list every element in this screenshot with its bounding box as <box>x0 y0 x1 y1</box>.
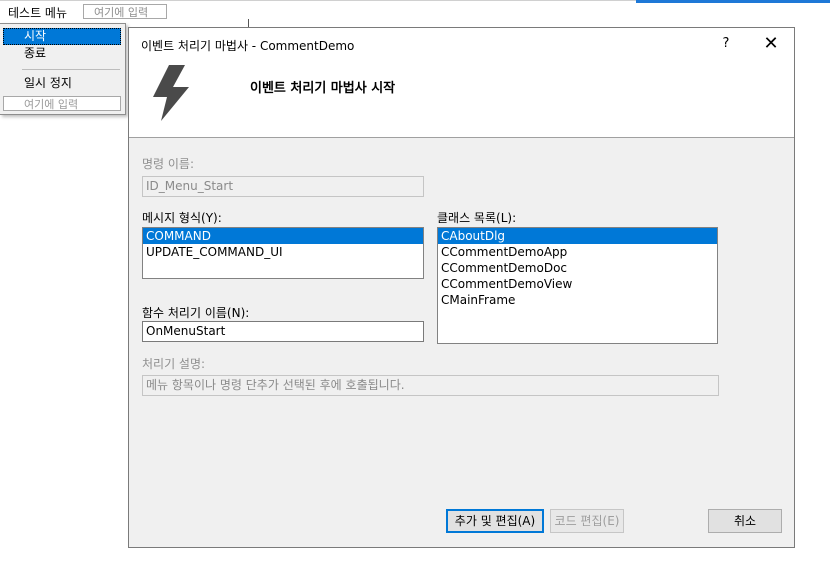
list-item[interactable]: UPDATE_COMMAND_UI <box>143 244 423 260</box>
command-name-label: 명령 이름: <box>142 157 195 171</box>
dialog-titlebar: 이벤트 처리기 마법사 - CommentDemo ? ✕ <box>129 28 794 59</box>
close-button[interactable]: ✕ <box>759 33 783 55</box>
menu-separator <box>22 69 120 70</box>
add-edit-button[interactable]: 추가 및 편집(A) <box>446 509 544 533</box>
menu-bar: 테스트 메뉴 여기에 입력 <box>0 0 830 22</box>
lightning-icon <box>153 65 189 121</box>
class-list-label: 클래스 목록(L): <box>437 211 517 225</box>
list-item[interactable]: CCommentDemoView <box>438 276 717 292</box>
description-label: 처리기 설명: <box>142 357 206 371</box>
cancel-button[interactable]: 취소 <box>708 509 782 533</box>
command-name-field: ID_Menu_Start <box>142 176 424 197</box>
list-item[interactable]: CMainFrame <box>438 292 717 308</box>
list-item[interactable]: CCommentDemoApp <box>438 244 717 260</box>
menu-item-start[interactable]: 시작 <box>3 28 121 45</box>
dialog-title: 이벤트 처리기 마법사 - CommentDemo <box>141 39 355 53</box>
dialog-header: 이벤트 처리기 마법사 시작 <box>129 59 794 138</box>
help-button[interactable]: ? <box>715 34 737 54</box>
menu-dropdown: 시작 종료 일시 정지 여기에 입력 <box>0 23 126 115</box>
menu-test[interactable]: 테스트 메뉴 <box>8 4 67 21</box>
function-name-label: 함수 처리기 이름(N): <box>142 306 250 320</box>
header-title: 이벤트 처리기 마법사 시작 <box>250 81 396 96</box>
list-item[interactable]: CAboutDlg <box>438 228 717 244</box>
message-type-list[interactable]: COMMAND UPDATE_COMMAND_UI <box>142 227 424 279</box>
menu-item-exit[interactable]: 종료 <box>3 45 121 62</box>
menu-type-here-input[interactable]: 여기에 입력 <box>83 4 167 19</box>
menu-item-pause[interactable]: 일시 정지 <box>3 75 121 92</box>
description-field: 메뉴 항목이나 명령 단추가 선택된 후에 호출됩니다. <box>142 375 719 396</box>
edit-code-button: 코드 편집(E) <box>550 509 624 533</box>
list-item[interactable]: COMMAND <box>143 228 423 244</box>
message-type-label: 메시지 형식(Y): <box>142 211 222 225</box>
event-handler-wizard-dialog: 이벤트 처리기 마법사 - CommentDemo ? ✕ 이벤트 처리기 마법… <box>128 27 795 548</box>
accent-strip <box>636 0 830 3</box>
list-item[interactable]: CCommentDemoDoc <box>438 260 717 276</box>
class-list[interactable]: CAboutDlg CCommentDemoApp CCommentDemoDo… <box>437 227 718 344</box>
menu-type-here-item[interactable]: 여기에 입력 <box>3 96 121 111</box>
function-name-field[interactable]: OnMenuStart <box>142 321 424 342</box>
